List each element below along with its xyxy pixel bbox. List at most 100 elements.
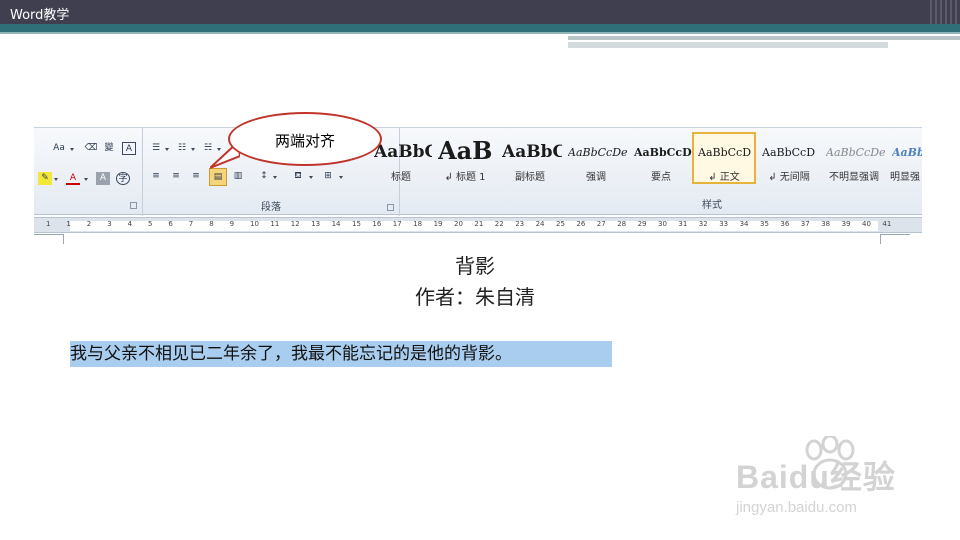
character-border-label: A	[125, 144, 133, 154]
ruler-number: 14	[331, 220, 341, 228]
style-name: 标题	[391, 172, 411, 183]
ruler-number: 33	[719, 220, 729, 228]
phonetic-guide-button[interactable]: 變	[102, 142, 116, 155]
ruler-number: 16	[372, 220, 382, 228]
ruler-number: 9	[229, 220, 235, 228]
ruler-number: 34	[739, 220, 749, 228]
style-name: 明显强	[890, 172, 920, 183]
style-sample: AaBbC	[502, 142, 562, 162]
chevron-down-icon	[165, 148, 169, 151]
style-tile-strong[interactable]: AaBbCcD 要点	[630, 132, 692, 184]
style-tile-normal[interactable]: AaBbCcD ↲ 正文	[692, 132, 756, 184]
ruler-number: 22	[494, 220, 504, 228]
ruler-number: 19	[433, 220, 443, 228]
teal-accent-thin-bar	[0, 32, 960, 34]
ruler-number: 37	[800, 220, 810, 228]
font-color-button[interactable]: A	[66, 172, 80, 185]
ruler-number: 28	[617, 220, 627, 228]
highlight-color-icon[interactable]: ✎	[38, 172, 52, 185]
ruler-number: 7	[188, 220, 194, 228]
ruler-number: 8	[209, 220, 214, 228]
line-spacing-icon[interactable]: ↕	[257, 170, 271, 183]
chevron-down-icon	[191, 148, 195, 151]
character-border-button[interactable]: A	[122, 142, 136, 155]
numbering-icon[interactable]: ☷	[175, 142, 189, 155]
ruler-number: 18	[413, 220, 423, 228]
selected-paragraph[interactable]: 我与父亲不相见已二年余了，我最不能忘记的是他的背影。	[70, 341, 612, 367]
ruler-number: 1	[66, 220, 71, 228]
chevron-down-icon	[70, 148, 74, 151]
style-tile-subtitle[interactable]: AaBbC 副标题	[498, 132, 562, 184]
font-dialog-launcher-icon[interactable]	[130, 202, 137, 209]
style-sample: AaBbCcD	[634, 146, 692, 159]
bullets-icon[interactable]: ☰	[149, 142, 163, 155]
style-name: 副标题	[515, 172, 545, 183]
align-center-icon[interactable]: ≡	[169, 170, 183, 183]
align-right-icon[interactable]: ≡	[189, 170, 203, 183]
slide-header-bar: Word教学	[0, 0, 960, 24]
change-case-button[interactable]: Aa	[50, 142, 68, 155]
callout-text: 两端对齐	[274, 132, 335, 150]
left-margin-marker	[34, 234, 64, 244]
ruler-number: 21	[474, 220, 484, 228]
ruler-number: 38	[821, 220, 831, 228]
enclose-characters-button[interactable]: 字	[116, 172, 130, 185]
style-sample: AaBbCcD	[762, 146, 816, 159]
style-tile-heading1[interactable]: AaB ↲ 标题 1	[434, 132, 496, 184]
font-color-label: A	[69, 173, 77, 183]
ruler-number: 11	[270, 220, 280, 228]
ruler-number: 6	[168, 220, 173, 228]
enclose-characters-label: 字	[118, 174, 128, 184]
header-stripe-decoration	[930, 0, 960, 24]
chevron-down-icon	[309, 176, 313, 179]
paragraph-group-label: 段落	[261, 202, 281, 213]
justify-align-button[interactable]: ▤	[209, 168, 227, 186]
ruler-number: 17	[392, 220, 402, 228]
shading-bucket-icon[interactable]: ⛾	[291, 170, 305, 183]
ruler-number: 3	[107, 220, 112, 228]
word-ribbon: Aa ⌫ 變 A ✎ A A 字 ☰ ☷ ☵ ≡ ≡ ≡ ▤ ▥ ↕ ⛾ ⊞ 段…	[34, 127, 922, 216]
ruler-number: 40	[862, 220, 871, 228]
distributed-align-icon[interactable]: ▥	[231, 170, 245, 183]
ruler-number: 12	[290, 220, 300, 228]
style-name: ↲ 正文	[708, 172, 740, 183]
watermark-url: jingyan.baidu.com	[736, 499, 857, 516]
style-tile-intense-emphasis[interactable]: AaBbC 明显强	[888, 132, 922, 184]
chevron-down-icon	[339, 176, 343, 179]
style-name: 要点	[651, 172, 671, 183]
style-tile-no-spacing[interactable]: AaBbCcD ↲ 无间隔	[758, 132, 820, 184]
ruler-number: 15	[352, 220, 361, 228]
style-name: 强调	[586, 172, 606, 183]
ruler-number: 32	[698, 220, 708, 228]
style-tile-emphasis[interactable]: AaBbCcDe 强调	[564, 132, 628, 184]
ruler-number: 30	[658, 220, 667, 228]
character-shading-label: A	[99, 173, 107, 183]
ruler-number: 2	[86, 220, 92, 228]
paragraph-dialog-launcher-icon[interactable]	[387, 204, 394, 211]
chevron-down-icon	[84, 178, 88, 181]
align-left-icon[interactable]: ≡	[149, 170, 163, 183]
style-name: ↲ 无间隔	[768, 172, 810, 183]
style-sample: AaB	[438, 136, 493, 165]
ruler-number: 27	[596, 220, 606, 228]
clear-format-icon[interactable]: ⌫	[84, 142, 98, 155]
ruler-number: 1	[46, 220, 51, 228]
ruler-number: 5	[148, 220, 153, 228]
style-sample: AaBbCcD	[698, 146, 752, 159]
watermark-logo-text: Baidu经验	[736, 459, 896, 495]
style-name: 不明显强调	[829, 172, 879, 183]
styles-group-label: 样式	[702, 200, 722, 211]
style-tile-subtle-emphasis[interactable]: AaBbCcDe 不明显强调	[822, 132, 886, 184]
chevron-down-icon	[273, 176, 277, 179]
ruler-number: 26	[576, 220, 586, 228]
ruler-number: 29	[637, 220, 647, 228]
gray-accent-bar-bottom	[568, 42, 888, 48]
document-author: 作者：朱自清	[415, 285, 535, 309]
ruler-number: 41	[882, 220, 892, 228]
ruler-number: 35	[760, 220, 769, 228]
borders-icon[interactable]: ⊞	[321, 170, 335, 183]
ruler-number: 4	[127, 220, 133, 228]
character-shading-button[interactable]: A	[96, 172, 110, 185]
style-sample: AaBbCcDe	[568, 146, 628, 159]
horizontal-ruler[interactable]: 1 1 2 3 4 5 6 7 8 9 10 11 12 13 14 15 16 17 18 19 20 21 22 23 24…	[34, 217, 922, 233]
